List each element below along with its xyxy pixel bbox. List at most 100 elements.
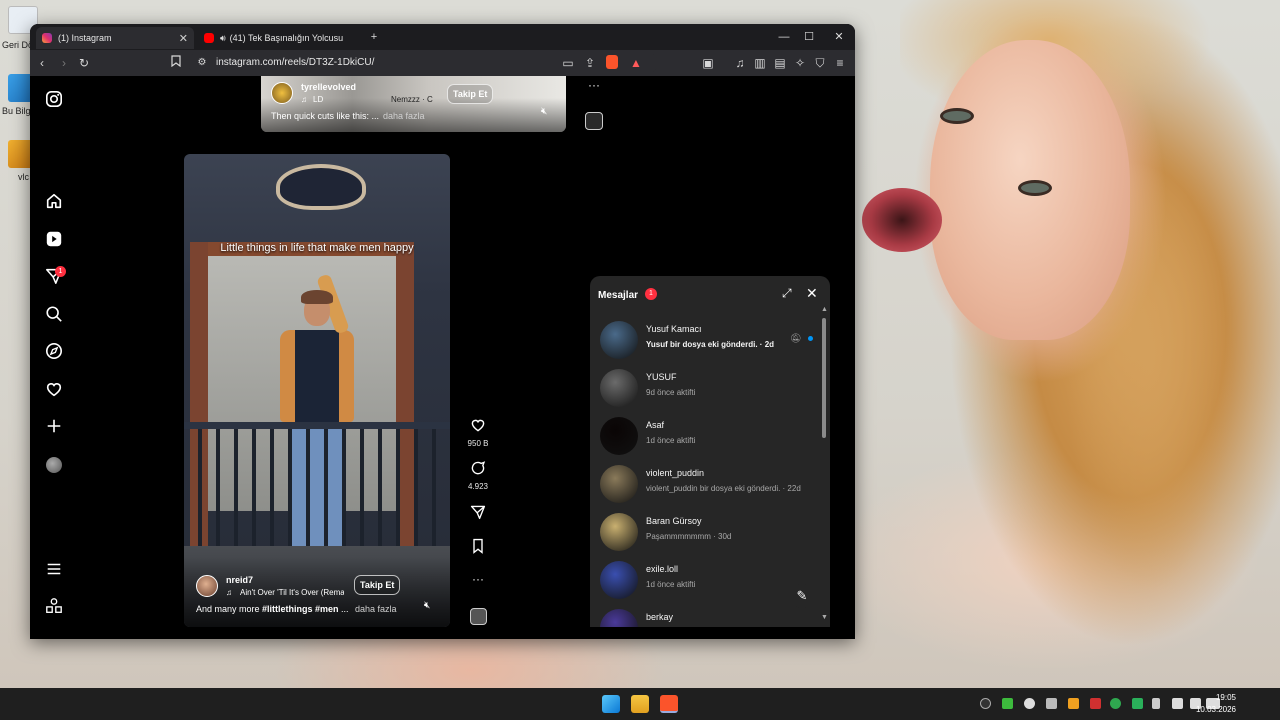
tray-app-icon[interactable]: [1068, 698, 1079, 709]
video-overlay-text: Nemzzz · C: [391, 95, 433, 104]
follow-button[interactable]: Takip Et: [354, 575, 401, 595]
tab-title: (41) Tek Başınalığın Yolcusu - You: [229, 33, 344, 43]
tray-app-icon[interactable]: [1046, 698, 1057, 709]
reel-username[interactable]: tyrellevolved: [301, 82, 356, 92]
back-icon[interactable]: ‹: [34, 55, 50, 71]
reel-audio[interactable]: LD: [313, 95, 323, 104]
new-tab-button[interactable]: +: [364, 28, 384, 46]
message-thread[interactable]: exile.loll 1d önce aktifti: [590, 556, 822, 604]
youtube-favicon-icon: [204, 33, 214, 43]
message-thread[interactable]: Yusuf Kamacı Yusuf bir dosya eki gönderd…: [590, 316, 822, 364]
nvidia-icon[interactable]: [1002, 698, 1013, 709]
speaker-icon[interactable]: 🔊︎: [220, 33, 226, 44]
thread-avatar: [600, 369, 638, 407]
comment-button[interactable]: 4.923: [466, 460, 490, 491]
thread-name: Yusuf Kamacı: [646, 324, 702, 334]
close-window-button[interactable]: ✕: [829, 28, 849, 46]
tray-app-icon[interactable]: [1110, 698, 1121, 709]
more-options-icon[interactable]: ···: [582, 78, 606, 92]
explore-icon[interactable]: [44, 342, 64, 362]
home-icon[interactable]: [44, 192, 64, 212]
expand-icon[interactable]: ⤢: [782, 286, 792, 301]
tray-app-icon[interactable]: [1132, 698, 1143, 709]
reload-icon[interactable]: ↻: [76, 55, 92, 71]
scroll-up-icon[interactable]: ▲: [821, 306, 828, 313]
brave-shields-icon[interactable]: [606, 55, 618, 69]
message-thread[interactable]: YUSUF 9d önce aktifti: [590, 364, 822, 412]
instagram-logo-icon[interactable]: [44, 90, 64, 110]
tray-app-icon[interactable]: [980, 698, 991, 709]
create-plus-icon[interactable]: [44, 417, 64, 437]
leo-ai-icon[interactable]: ✧: [792, 55, 808, 71]
notifications-heart-icon[interactable]: [44, 380, 64, 400]
tab-instagram[interactable]: (1) Instagram ✕: [36, 27, 194, 49]
reel-audio[interactable]: Ain't Over 'Til It's Over (Remas: [240, 588, 344, 597]
brave-rewards-icon[interactable]: ▲: [628, 55, 644, 71]
messages-badge: 1: [645, 288, 657, 300]
also-from-meta-icon[interactable]: [44, 597, 64, 617]
scroll-down-icon[interactable]: ▼: [821, 614, 828, 621]
share-icon[interactable]: ⇪: [582, 55, 598, 71]
menu-icon[interactable]: ≡: [832, 55, 848, 71]
wallet-icon[interactable]: ▤: [772, 55, 788, 71]
brave-browser-icon[interactable]: [660, 695, 678, 713]
user-avatar[interactable]: [196, 575, 218, 597]
reel-username[interactable]: nreid7: [226, 575, 253, 585]
bookmark-icon[interactable]: [168, 55, 184, 71]
thread-preview: violent_puddin bir dosya eki gönderdi. ·…: [646, 484, 801, 493]
thread-preview: 9d önce aktifti: [646, 388, 696, 397]
vpn-icon[interactable]: ⛉: [812, 55, 828, 71]
share-button[interactable]: [466, 504, 490, 525]
follow-button[interactable]: Takip Et: [447, 84, 494, 104]
more-link[interactable]: daha fazla: [383, 111, 425, 121]
thread-name: Asaf: [646, 420, 665, 430]
mute-icon[interactable]: 🔇︎: [424, 600, 430, 611]
audio-thumbnail[interactable]: [470, 608, 487, 625]
previous-reel[interactable]: tyrellevolved ♫ LD Nemzzz · C Takip Et T…: [261, 76, 566, 132]
media-icon[interactable]: ♫: [732, 55, 748, 71]
maximize-button[interactable]: ☐: [799, 28, 819, 46]
music-note-icon: ♫: [301, 95, 307, 104]
profile-avatar[interactable]: [44, 455, 64, 475]
tab-title: (1) Instagram: [58, 33, 112, 43]
minimize-button[interactable]: —: [774, 28, 794, 46]
clock[interactable]: 19:05 10.03.2026: [1196, 692, 1236, 716]
tab-youtube[interactable]: 🔊︎ (41) Tek Başınalığın Yolcusu - You: [198, 27, 350, 49]
audio-thumbnail[interactable]: [585, 112, 603, 130]
search-icon[interactable]: [44, 305, 64, 325]
cast-icon[interactable]: ▭: [560, 55, 576, 71]
tray-app-icon[interactable]: [1090, 698, 1101, 709]
microphone-icon[interactable]: [1152, 698, 1160, 709]
thread-avatar: [600, 321, 638, 359]
navigation-bar: ‹ › ↻ ⚙ instagram.com/reels/DT3Z-1DkiCU/…: [30, 50, 855, 76]
tab-search-icon[interactable]: ▣: [700, 55, 716, 71]
close-icon[interactable]: ✕: [806, 285, 818, 302]
message-thread[interactable]: berkay: [590, 604, 822, 627]
more-menu-icon[interactable]: [44, 560, 64, 580]
messages-panel: Mesajlar 1 ⤢ ✕ Yusuf Kamacı Yusuf bir do…: [590, 276, 830, 627]
reel-video[interactable]: Little things in life that make men happ…: [184, 154, 450, 627]
wallpaper-eye: [1018, 180, 1052, 196]
mute-icon[interactable]: 🔇︎: [541, 106, 547, 117]
message-thread[interactable]: Baran Gürsoy Paşammmmmmm · 30d: [590, 508, 822, 556]
user-avatar[interactable]: [271, 82, 293, 104]
file-explorer-icon[interactable]: [631, 695, 649, 713]
like-button[interactable]: 950 B: [466, 417, 490, 448]
new-message-button[interactable]: ✎: [790, 584, 814, 608]
site-settings-icon[interactable]: ⚙: [194, 55, 210, 71]
message-thread[interactable]: Asaf 1d önce aktifti: [590, 412, 822, 460]
sidebar-toggle-icon[interactable]: ▥: [752, 55, 768, 71]
network-icon[interactable]: [1172, 698, 1183, 709]
messages-scrollbar[interactable]: [822, 318, 826, 438]
message-thread[interactable]: violent_puddin violent_puddin bir dosya …: [590, 460, 822, 508]
tray-app-icon[interactable]: [1024, 698, 1035, 709]
reels-icon[interactable]: [44, 230, 64, 250]
more-link[interactable]: daha fazla: [355, 604, 397, 614]
unread-dot: [808, 336, 813, 341]
more-options-icon[interactable]: ···: [466, 572, 490, 586]
clock-time: 19:05: [1215, 693, 1236, 702]
forward-icon[interactable]: ›: [56, 55, 72, 71]
close-tab-icon[interactable]: ✕: [179, 32, 188, 45]
save-button[interactable]: [466, 538, 490, 559]
start-windows-icon[interactable]: [602, 695, 620, 713]
